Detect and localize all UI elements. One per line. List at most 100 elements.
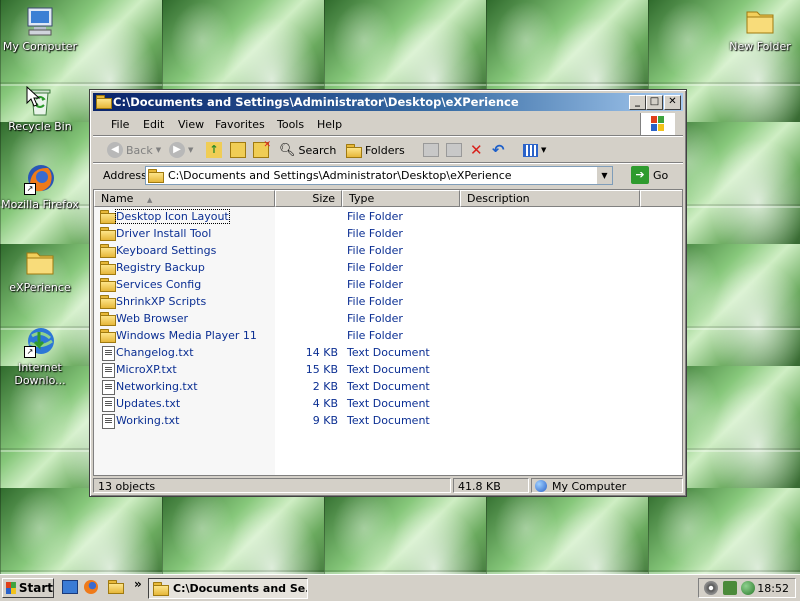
menu-tools[interactable]: Tools [277,118,304,131]
mouse-cursor-icon [26,86,40,107]
forward-button[interactable]: ▶ ▼ [169,141,193,159]
close-button[interactable]: ✕ [664,95,681,110]
file-type: Text Document [347,380,430,393]
shortcut-arrow-icon: ↗ [24,346,36,358]
file-type: File Folder [347,210,403,223]
status-total-size: 41.8 KB [453,478,529,493]
file-row[interactable]: Driver Install Tool File Folder [94,225,674,242]
copy-to-button[interactable]: ✕ [253,140,271,159]
file-name: Desktop Icon Layout [115,209,230,224]
file-row[interactable]: Web Browser File Folder [94,310,674,327]
menu-edit[interactable]: Edit [143,118,164,131]
desktop-icon-new-folder[interactable]: New Folder [720,5,800,53]
copy-button[interactable] [446,141,462,159]
folders-button[interactable]: Folders [346,141,405,159]
text-file-icon [100,414,116,429]
desktop-icon-my-computer[interactable]: My Computer [0,5,80,53]
firefox-quicklaunch-icon[interactable] [84,580,100,596]
file-size: 2 KB [312,380,338,393]
folder-icon [100,278,116,292]
desktop-icon-internet-download[interactable]: ↗ Internet Downlo... [0,326,80,387]
up-folder-button[interactable]: ↑ [206,141,222,159]
folder-icon [100,244,116,258]
views-grid-icon [523,143,538,157]
windows-logo-icon [640,113,675,135]
status-location: My Computer [531,478,683,493]
show-desktop-icon[interactable] [62,580,78,596]
file-row[interactable]: Networking.txt 2 KB Text Document [94,378,674,395]
desktop-icon-recycle-bin[interactable]: Recycle Bin [0,85,80,133]
desktop-icon-label: My Computer [2,40,78,53]
file-row[interactable]: MicroXP.txt 15 KB Text Document [94,361,674,378]
search-button[interactable]: 🔍︎ Search [279,141,336,159]
desktop-icon-label: eXPerience [9,281,71,294]
explorer-window: C:\Documents and Settings\Administrator\… [89,89,687,497]
folders-icon [346,143,362,158]
views-button[interactable]: ▼ [523,141,546,159]
file-type: File Folder [347,278,403,291]
file-row[interactable]: Working.txt 9 KB Text Document [94,412,674,429]
column-header-filler [640,190,682,207]
firefox-icon: ↗ [24,163,56,195]
file-size: 9 KB [312,414,338,427]
back-arrow-icon: ◀ [107,142,123,158]
explorer-quicklaunch-icon[interactable] [108,580,124,596]
file-row[interactable]: Keyboard Settings File Folder [94,242,674,259]
text-file-icon [100,380,116,395]
column-header-size[interactable]: Size [275,190,342,207]
network-icon[interactable] [723,581,737,595]
address-dropdown-button[interactable]: ▼ [596,167,612,184]
menu-file[interactable]: File [111,118,129,131]
computer-icon [24,5,56,37]
file-row[interactable]: Registry Backup File Folder [94,259,674,276]
move-button[interactable] [423,141,439,159]
file-row[interactable]: Services Config File Folder [94,276,674,293]
folder-icon [153,582,169,596]
menu-help[interactable]: Help [317,118,342,131]
taskbar-window-button[interactable]: C:\Documents and Se... [148,578,308,599]
column-header-type[interactable]: Type [342,190,460,207]
menu-favorites[interactable]: Favorites [215,118,265,131]
desktop-icon-experience[interactable]: eXPerience [0,246,80,294]
file-row[interactable]: Windows Media Player 11 File Folder [94,327,674,344]
desktop-icon-firefox[interactable]: ↗ Mozilla Firefox [0,163,80,211]
undo-button[interactable]: ↶ [492,141,505,159]
file-row[interactable]: Updates.txt 4 KB Text Document [94,395,674,412]
file-type: Text Document [347,363,430,376]
folder-icon [96,95,112,109]
back-button[interactable]: ◀ Back ▼ [107,141,161,159]
file-row[interactable]: ShrinkXP Scripts File Folder [94,293,674,310]
title-bar[interactable]: C:\Documents and Settings\Administrator\… [93,93,683,111]
start-button[interactable]: Start [2,578,54,598]
folder-icon [100,210,116,224]
minimize-button[interactable]: _ [629,95,646,110]
clock: 18:52 [757,582,789,595]
menu-view[interactable]: View [178,118,204,131]
up-folder-icon: ↑ [206,142,222,158]
delete-button[interactable]: ✕ [470,141,483,159]
column-header-name[interactable]: Name ▲ [94,190,275,207]
quicklaunch-chevron[interactable]: » [134,577,142,591]
address-input[interactable]: C:\Documents and Settings\Administrator\… [145,166,613,185]
file-type: File Folder [347,295,403,308]
move-to-button[interactable] [230,141,246,159]
go-button[interactable]: ➔ Go [631,166,668,184]
file-row[interactable]: Changelog.txt 14 KB Text Document [94,344,674,361]
file-row[interactable]: Desktop Icon Layout File Folder [94,208,674,225]
chevron-down-icon: ▼ [541,146,547,154]
internet-download-icon: ↗ [24,326,56,358]
folder-icon [100,295,116,309]
move-to-icon [230,142,246,158]
desktop-icon-label: Internet Downlo... [14,361,66,387]
file-list[interactable]: Name ▲ Size Type Description Desktop Ico… [93,189,683,476]
maximize-button[interactable]: □ [646,95,663,110]
folder-icon [100,329,116,343]
column-header-description[interactable]: Description [460,190,640,207]
shortcut-arrow-icon: ↗ [24,183,36,195]
tray-globe-icon[interactable] [741,581,755,595]
status-object-count: 13 objects [93,478,451,493]
folder-icon [24,246,56,278]
volume-icon[interactable] [704,581,718,595]
folder-icon [100,312,116,326]
move-icon [423,143,439,157]
